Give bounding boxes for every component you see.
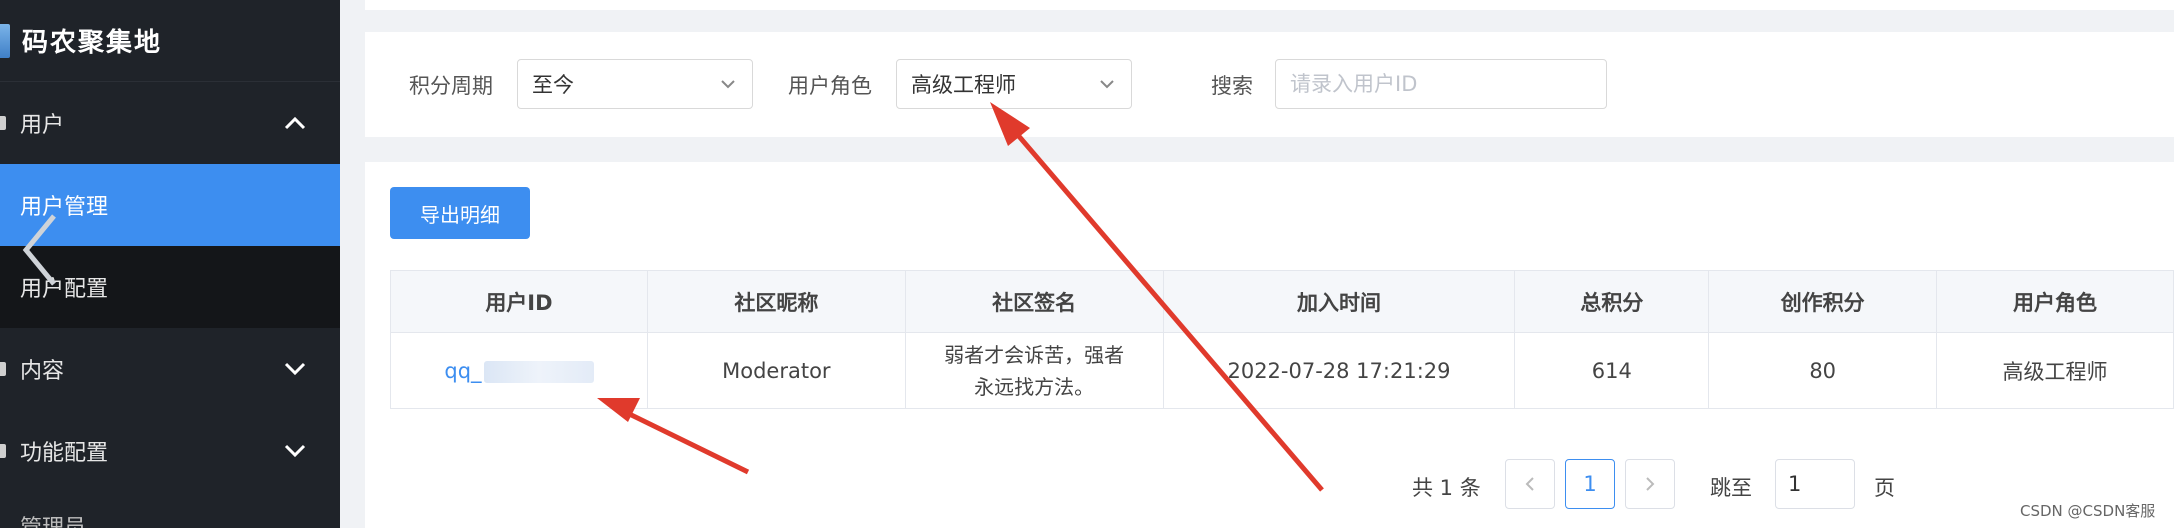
period-select[interactable]: 至今 (517, 59, 753, 109)
sidebar-item-admin[interactable]: 管理员 (20, 510, 86, 528)
sidebar: 码农聚集地 用户 用户管理 用户配置 内容 功能配置 管理员 (0, 0, 340, 528)
chevron-down-icon (718, 74, 738, 94)
chevron-right-icon (1646, 477, 1655, 491)
page-number-button[interactable]: 1 (1565, 459, 1615, 509)
column-header[interactable]: 加入时间 (1162, 270, 1516, 333)
cell-joined: 2022-07-28 17:21:29 (1162, 332, 1516, 409)
search-label: 搜索 (1211, 74, 1253, 98)
column-header[interactable]: 用户ID (390, 270, 648, 333)
menu-group-label: 功能配置 (20, 441, 109, 466)
column-header[interactable]: 总积分 (1514, 270, 1710, 333)
column-header[interactable]: 创作积分 (1708, 270, 1938, 333)
brand: 码农聚集地 (0, 0, 340, 82)
cell-user-id: qq_ (390, 332, 648, 409)
header-strip (365, 0, 2174, 10)
chevron-down-icon (280, 354, 310, 384)
cell-nickname: Moderator (646, 332, 906, 409)
role-select[interactable]: 高级工程师 (896, 59, 1132, 109)
period-label: 积分周期 (409, 74, 493, 98)
prev-page-button[interactable] (1505, 459, 1555, 509)
cell-total-points: 614 (1514, 332, 1710, 409)
user-icon (0, 116, 6, 130)
pagination-total: 共 1 条 (1412, 476, 1481, 500)
menu-group-feature-config[interactable]: 功能配置 (0, 410, 340, 492)
role-value: 高级工程师 (911, 73, 1016, 97)
table-card: 导出明细 用户ID 社区昵称 社区签名 加入时间 总积分 创作积分 用户角色 q… (365, 162, 2174, 528)
back-arrow-icon[interactable] (20, 210, 60, 290)
user-table: 用户ID 社区昵称 社区签名 加入时间 总积分 创作积分 用户角色 qq_ Mo… (390, 270, 2174, 409)
brand-title: 码农聚集地 (22, 28, 163, 58)
table-row: qq_ Moderator 弱者才会诉苦，强者 永远找方法。 2022-07-2… (390, 332, 2174, 409)
page-suffix: 页 (1874, 476, 1895, 500)
goto-label: 跳至 (1710, 476, 1752, 500)
watermark: CSDN @CSDN客服 (2020, 502, 2156, 520)
table-header-row: 用户ID 社区昵称 社区签名 加入时间 总积分 创作积分 用户角色 (390, 270, 2174, 333)
column-header[interactable]: 社区签名 (904, 270, 1164, 333)
signature-line: 永远找方法。 (974, 374, 1095, 399)
filter-bar: 积分周期 至今 用户角色 高级工程师 搜索 (365, 32, 2174, 137)
period-value: 至今 (532, 73, 574, 97)
role-label: 用户角色 (788, 74, 872, 98)
book-icon (0, 23, 10, 58)
chevron-left-icon (1525, 477, 1534, 491)
goto-page-input[interactable] (1775, 459, 1855, 509)
menu-group-label: 内容 (20, 359, 65, 384)
column-header[interactable]: 用户角色 (1936, 270, 2174, 333)
cell-signature: 弱者才会诉苦，强者 永远找方法。 (904, 332, 1164, 409)
menu-group-users[interactable]: 用户 (0, 82, 340, 164)
search-input[interactable] (1275, 59, 1607, 109)
content-icon (0, 362, 6, 376)
cell-role: 高级工程师 (1936, 332, 2174, 409)
export-button[interactable]: 导出明细 (390, 187, 530, 239)
menu-group-content[interactable]: 内容 (0, 328, 340, 410)
settings-icon (0, 444, 6, 458)
cell-creation-points: 80 (1708, 332, 1938, 409)
redacted-mask (483, 360, 594, 383)
next-page-button[interactable] (1625, 459, 1675, 509)
chevron-down-icon (1097, 74, 1117, 94)
menu-group-label: 用户 (20, 113, 65, 138)
column-header[interactable]: 社区昵称 (646, 270, 906, 333)
chevron-down-icon (280, 436, 310, 466)
user-id-link[interactable]: qq_ (444, 359, 481, 383)
signature-line: 弱者才会诉苦，强者 (944, 342, 1125, 367)
chevron-up-icon (280, 108, 310, 138)
